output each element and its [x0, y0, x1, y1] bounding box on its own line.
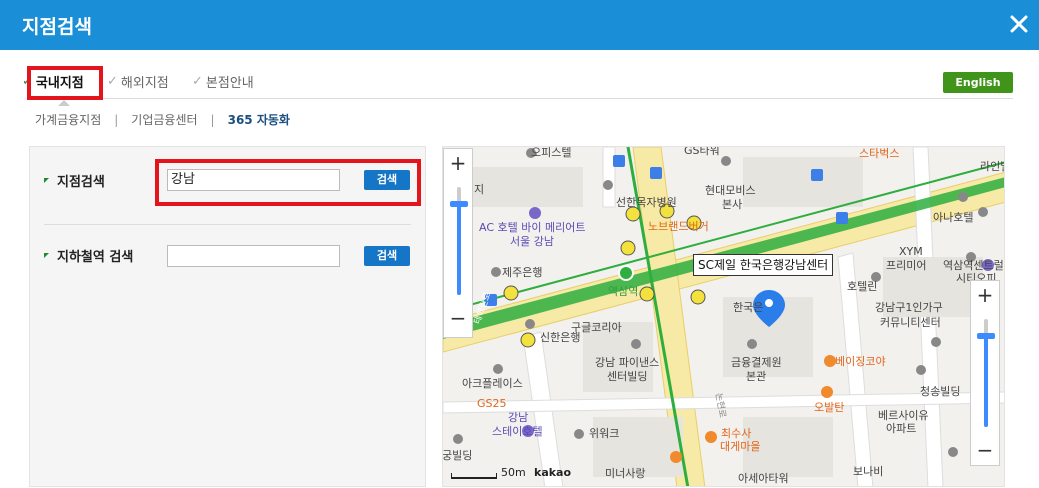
map-label: 선한목자병원 [616, 196, 677, 209]
map-label: 스타벅스 [859, 147, 900, 160]
tabs-divider [27, 98, 1013, 99]
subtab-retail[interactable]: 가계금융지점 [35, 111, 101, 128]
map-label: 오피스텔 [531, 146, 572, 159]
subway-search-input[interactable] [167, 245, 340, 267]
map-label: GS타워 [684, 146, 720, 157]
map-label: 대게마을 [720, 440, 761, 453]
map-label: 프리미어 [886, 259, 927, 272]
map-label: 베이징코야 [835, 355, 886, 368]
map-label: 베르사이유 [878, 409, 929, 422]
panel-divider [44, 224, 411, 225]
bullet-icon [44, 253, 49, 258]
map-label: 강남 [508, 411, 529, 424]
map-label: 보나비 [853, 465, 884, 478]
map-label: 오발탄 [814, 401, 845, 414]
map-label: 미너사랑 [605, 467, 646, 480]
tab-overseas[interactable]: ✓ 해외지점 [107, 72, 169, 91]
map-label: 강남 파이낸스 [595, 356, 660, 369]
map-label: 아나호텔 [933, 211, 974, 224]
map-label: 본사 [722, 198, 743, 211]
check-icon: ✓ [107, 74, 118, 89]
branch-type-tabs: 가계금융지점 | 기업금융센터 | 365 자동화 [35, 111, 290, 128]
zoom-knob[interactable] [450, 201, 468, 207]
bullet-icon [44, 178, 49, 183]
map-label: XYM [899, 245, 923, 258]
map-label: 위워크 [589, 427, 620, 440]
branch-search-highlight [155, 159, 421, 206]
map-callout[interactable]: SC제일 한국은행강남센터 [693, 254, 834, 276]
map-label: 센터빌딩 [607, 370, 648, 383]
map-label: 역삼역센트럴 [943, 259, 1004, 272]
zoom-in-button[interactable]: + [971, 281, 999, 311]
map-label: 노브랜드버거 [648, 220, 709, 233]
map-label: 청송빌딩 [920, 385, 961, 398]
map-label: 라인빌 [980, 160, 1004, 173]
branch-search-label: 지점검색 [44, 171, 105, 190]
map-label: 지 [474, 183, 485, 196]
subway-search-label: 지하철역 검색 [44, 246, 133, 265]
map-label: 서울 강남 [510, 235, 554, 248]
active-tab-caret [58, 100, 70, 106]
active-tab-highlight [27, 66, 103, 100]
map-label: 신한은행 [540, 331, 581, 344]
map-label: 호텔린 [847, 280, 878, 293]
scale-bar [451, 473, 497, 479]
close-icon[interactable] [1006, 11, 1032, 37]
map-label: GS25 [477, 397, 507, 410]
branch-search-text: 지점검색 [57, 175, 105, 190]
tab-label: 해외지점 [120, 76, 169, 91]
zoom-slider[interactable] [444, 179, 472, 304]
zoom-knob[interactable] [977, 333, 995, 339]
map-label: 아세아타워 [738, 472, 789, 485]
map-label: 스테이호텔 [492, 425, 543, 438]
zoom-slider[interactable] [971, 311, 999, 436]
map-label: 금융결제원 [731, 356, 782, 369]
map-label: 본관 [746, 370, 767, 383]
map-label: 역삼역 [608, 285, 639, 298]
map-zoom-left: + − [443, 148, 473, 338]
separator: | [210, 112, 215, 127]
zoom-fill [984, 335, 988, 427]
subway-search-text: 지하철역 검색 [57, 250, 134, 265]
check-icon: ✓ [192, 74, 203, 89]
zoom-out-button[interactable]: − [444, 304, 472, 334]
subtab-atm[interactable]: 365 자동화 [228, 111, 290, 128]
map-label: 아파트 [886, 422, 917, 435]
zoom-in-button[interactable]: + [444, 149, 472, 179]
tab-headquarters[interactable]: ✓ 본점안내 [192, 72, 254, 91]
region-tabs: ✓ 국내지점 ✓ 해외지점 ✓ 본점안내 [0, 66, 1039, 100]
map-label: AC 호텔 바이 메리어트 [479, 221, 586, 234]
map-brand: kakao [534, 466, 572, 479]
map[interactable]: 오피스텔 GS타워 스타벅스 현대모비스 본사 선한목자병원 노브랜드버거 AC… [442, 146, 1005, 487]
map-label: 강남구1인가구 [875, 301, 943, 314]
separator: | [114, 112, 119, 127]
map-label: 아크플레이스 [462, 377, 523, 390]
zoom-out-button[interactable]: − [971, 436, 999, 466]
map-label: 커뮤니티센터 [880, 316, 941, 329]
map-label: 제주은행 [502, 266, 543, 279]
scale-label: 50m [501, 466, 526, 479]
subway-search-button[interactable]: 검색 [364, 246, 410, 266]
map-label: 최수사 [721, 427, 752, 440]
window-title: 지점검색 [22, 16, 92, 38]
map-label: 한국은 [733, 301, 764, 314]
title-bar: 지점검색 [0, 0, 1039, 50]
subtab-corporate[interactable]: 기업금융센터 [131, 111, 197, 128]
tab-label: 본점안내 [205, 76, 254, 91]
map-label: 궁빌딩 [442, 449, 473, 462]
map-zoom-right: + − [970, 280, 1000, 466]
map-label: 현대모비스 [705, 184, 756, 197]
english-button[interactable]: English [943, 72, 1013, 93]
zoom-fill [457, 203, 461, 295]
